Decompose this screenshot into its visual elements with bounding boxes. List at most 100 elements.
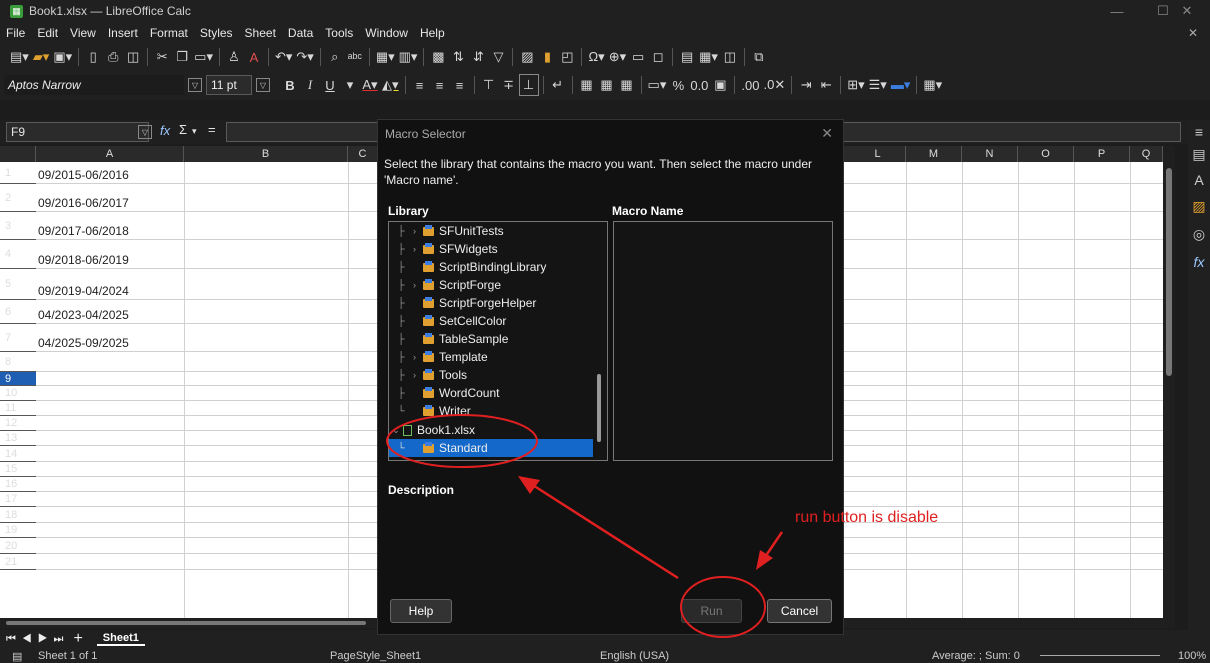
currency-format-icon[interactable]: ▭▾ bbox=[646, 74, 669, 96]
align-top-icon[interactable]: ⊤ bbox=[479, 74, 499, 96]
copy-icon[interactable]: ❐ bbox=[172, 46, 192, 68]
draw-functions-icon[interactable]: ⧉ bbox=[749, 46, 769, 68]
library-item-template[interactable]: ├ › Template bbox=[389, 348, 607, 366]
border-style-icon[interactable]: ☰▾ bbox=[867, 74, 889, 96]
new-document-icon[interactable]: ▤▾ bbox=[8, 46, 31, 68]
column-header-q[interactable]: Q bbox=[1130, 146, 1163, 162]
cell-a2[interactable]: 09/2016-06/2017 bbox=[36, 196, 129, 212]
sum-dropdown-icon[interactable]: ▾ bbox=[192, 126, 197, 137]
bold-button[interactable]: B bbox=[280, 74, 300, 96]
special-character-icon[interactable]: Ω▾ bbox=[586, 46, 606, 68]
align-left-icon[interactable]: ≡ bbox=[410, 74, 430, 96]
sheet-tab-sheet1[interactable]: Sheet1 bbox=[96, 632, 145, 646]
name-box-dropdown-icon[interactable]: ▽ bbox=[138, 125, 152, 139]
sort-descending-icon[interactable]: ⇵ bbox=[468, 46, 488, 68]
menu-data[interactable]: Data bbox=[282, 26, 319, 40]
formula-icon[interactable]: = bbox=[208, 122, 216, 137]
menu-sheet[interactable]: Sheet bbox=[239, 26, 282, 40]
clear-formatting-icon[interactable]: A bbox=[244, 46, 264, 68]
row-header-18[interactable]: 18 bbox=[0, 507, 36, 523]
menu-edit[interactable]: Edit bbox=[31, 26, 64, 40]
wrap-text-icon[interactable]: ↵ bbox=[548, 74, 568, 96]
row-header-13[interactable]: 13 bbox=[0, 431, 36, 446]
library-item-writer[interactable]: └ Writer bbox=[389, 402, 607, 420]
collapse-chevron-icon[interactable]: ⌄ bbox=[389, 425, 403, 436]
row-header-2[interactable]: 2 bbox=[0, 184, 36, 212]
expand-chevron-icon[interactable]: › bbox=[413, 226, 423, 236]
save-icon[interactable]: ▣▾ bbox=[51, 46, 74, 68]
insert-image-icon[interactable]: ▨ bbox=[517, 46, 537, 68]
vertical-scrollbar[interactable] bbox=[1163, 146, 1175, 626]
row-header-14[interactable]: 14 bbox=[0, 446, 36, 462]
row-header-20[interactable]: 20 bbox=[0, 538, 36, 554]
library-document-node[interactable]: ⌄ Book1.xlsx bbox=[389, 421, 607, 439]
comment-icon[interactable]: ▭ bbox=[628, 46, 648, 68]
highlight-color-icon[interactable]: ◭▾ bbox=[380, 74, 401, 96]
row-header-1[interactable]: 1 bbox=[0, 162, 36, 184]
redo-icon[interactable]: ↷▾ bbox=[294, 46, 315, 68]
styles-icon[interactable]: A bbox=[1191, 172, 1207, 188]
horizontal-scroll-thumb[interactable] bbox=[6, 621, 366, 625]
dialog-close-button[interactable]: ✕ bbox=[821, 125, 833, 142]
spelling-icon[interactable]: ᵃᵇᶜ bbox=[345, 46, 365, 68]
row-header-6[interactable]: 6 bbox=[0, 300, 36, 324]
column-header-a[interactable]: A bbox=[36, 146, 184, 162]
unmerge-cells-icon[interactable]: ▦ bbox=[617, 74, 637, 96]
macro-name-list[interactable] bbox=[613, 221, 833, 461]
font-size-dropdown-icon[interactable]: ▽ bbox=[256, 78, 270, 92]
font-color-icon[interactable]: A▾ bbox=[360, 74, 380, 96]
column-icon[interactable]: ▥▾ bbox=[397, 46, 420, 68]
hyperlink-icon[interactable]: ⊕▾ bbox=[607, 46, 628, 68]
expand-chevron-icon[interactable]: › bbox=[413, 352, 423, 362]
cell-a6[interactable]: 04/2023-04/2025 bbox=[36, 308, 129, 324]
percent-format-button[interactable]: % bbox=[668, 74, 688, 96]
align-right-icon[interactable]: ≡ bbox=[450, 74, 470, 96]
status-language[interactable]: English (USA) bbox=[600, 650, 669, 662]
column-header-c[interactable]: C bbox=[348, 146, 378, 162]
row-icon[interactable]: ▦▾ bbox=[374, 46, 397, 68]
library-item-scriptforge[interactable]: ├ › ScriptForge bbox=[389, 276, 607, 294]
menu-insert[interactable]: Insert bbox=[102, 26, 144, 40]
clone-formatting-icon[interactable]: ♙ bbox=[224, 46, 244, 68]
row-header-5[interactable]: 5 bbox=[0, 269, 36, 300]
number-format-button[interactable]: 0.0 bbox=[688, 74, 710, 96]
center-vertically-icon[interactable]: ∓ bbox=[499, 74, 519, 96]
print-icon[interactable]: ⎙ bbox=[103, 46, 123, 68]
merge-cells-icon[interactable]: ▦ bbox=[597, 74, 617, 96]
cell-a7[interactable]: 04/2025-09/2025 bbox=[36, 336, 129, 352]
paste-icon[interactable]: ▭▾ bbox=[192, 46, 215, 68]
library-item-tools[interactable]: ├ › Tools bbox=[389, 366, 607, 384]
define-print-area-icon[interactable]: ▤ bbox=[677, 46, 697, 68]
zoom-slider[interactable] bbox=[1040, 655, 1160, 656]
row-header-21[interactable]: 21 bbox=[0, 554, 36, 570]
undo-icon[interactable]: ↶▾ bbox=[273, 46, 294, 68]
font-name-dropdown-icon[interactable]: ▽ bbox=[188, 78, 202, 92]
column-header-b[interactable]: B bbox=[184, 146, 348, 162]
menu-styles[interactable]: Styles bbox=[194, 26, 239, 40]
print-preview-icon[interactable]: ◫ bbox=[123, 46, 143, 68]
sheet-navigation-icons[interactable]: ⏮◀▶⏭ bbox=[6, 633, 69, 646]
find-replace-icon[interactable]: ⌕ bbox=[325, 46, 345, 68]
help-button[interactable]: Help bbox=[390, 599, 452, 623]
sidebar-menu-icon[interactable]: ≡ bbox=[1191, 124, 1207, 140]
close-window-button[interactable]: ✕ bbox=[1164, 0, 1210, 22]
row-header-7[interactable]: 7 bbox=[0, 324, 36, 352]
expand-chevron-icon[interactable]: › bbox=[413, 370, 423, 380]
column-header-n[interactable]: N bbox=[962, 146, 1018, 162]
autofilter-icon[interactable]: ▩ bbox=[428, 46, 448, 68]
cut-icon[interactable]: ✂ bbox=[152, 46, 172, 68]
function-wizard-icon[interactable]: fx bbox=[160, 123, 170, 138]
name-box[interactable]: F9 bbox=[6, 122, 149, 142]
menu-format[interactable]: Format bbox=[144, 26, 194, 40]
row-header-11[interactable]: 11 bbox=[0, 401, 36, 416]
library-item-standard[interactable]: └ Standard bbox=[389, 439, 593, 457]
expand-chevron-icon[interactable]: › bbox=[413, 244, 423, 254]
navigator-icon[interactable]: ◎ bbox=[1191, 226, 1207, 243]
menu-window[interactable]: Window bbox=[359, 26, 414, 40]
underline-dropdown-icon[interactable]: ▾ bbox=[340, 74, 360, 96]
menu-file[interactable]: File bbox=[0, 26, 31, 40]
library-item-setcellcolor[interactable]: ├ SetCellColor bbox=[389, 312, 607, 330]
menu-view[interactable]: View bbox=[64, 26, 102, 40]
align-center-icon[interactable]: ≡ bbox=[430, 74, 450, 96]
cell-a3[interactable]: 09/2017-06/2018 bbox=[36, 224, 129, 240]
